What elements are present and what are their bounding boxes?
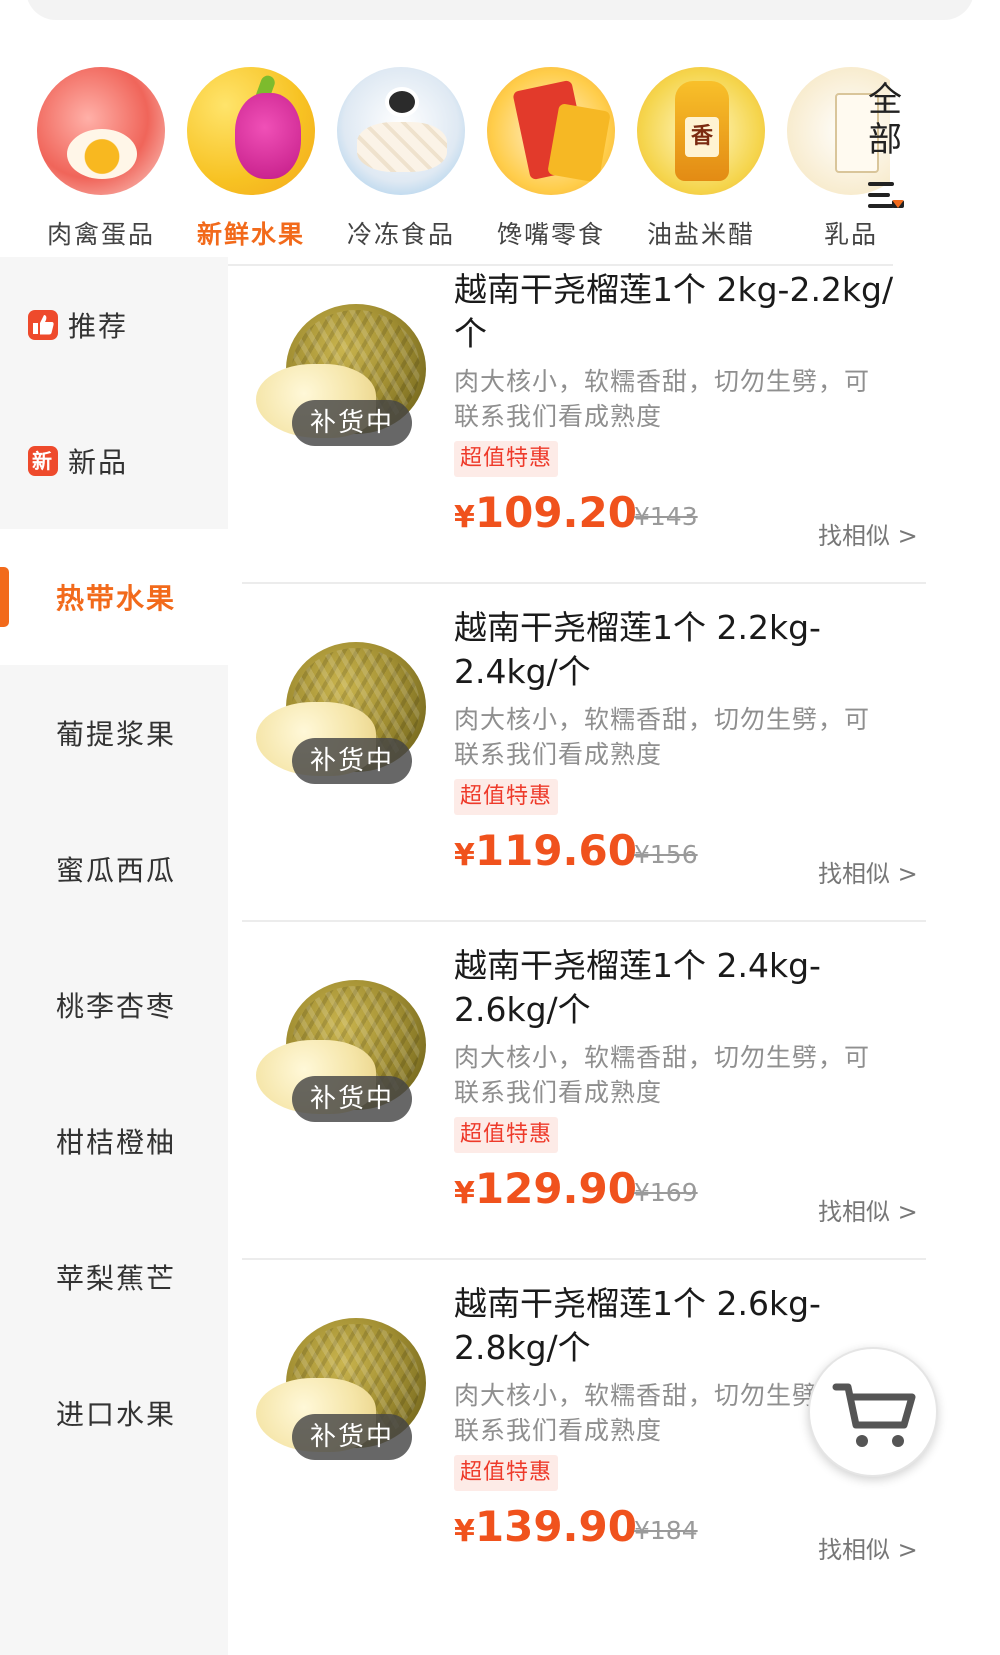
find-similar-link[interactable]: 找相似 > xyxy=(818,516,918,551)
product-description: 肉大核小，软糯香甜，切勿生劈，可联系我们看成熟度 xyxy=(454,367,871,431)
restock-badge: 补货中 xyxy=(292,400,412,446)
sidebar-item-grapes-berries[interactable]: 葡提浆果 xyxy=(0,665,228,801)
category-strip: 肉禽蛋品 新鲜水果 冷冻食品 馋嘴零食 香 油盐米醋 乳品 xyxy=(0,55,890,265)
product-image[interactable]: 补货中 xyxy=(256,1308,426,1460)
sidebar-item-label: 新品 xyxy=(68,446,129,479)
price-value: 129.90 xyxy=(474,1164,637,1213)
restock-badge: 补货中 xyxy=(292,1414,412,1460)
product-title[interactable]: 越南干尧榴莲1个 2.2kg-2.4kg/个 xyxy=(454,606,912,694)
product-price: ¥139.90 xyxy=(454,1502,637,1551)
product-description: 肉大核小，软糯香甜，切勿生劈，可联系我们看成熟度 xyxy=(454,1043,871,1107)
price-value: 109.20 xyxy=(474,488,637,537)
sidebar-item-melons[interactable]: 蜜瓜西瓜 xyxy=(0,801,228,937)
thumbs-up-icon xyxy=(28,310,58,340)
currency-symbol: ¥ xyxy=(454,838,475,873)
shopping-cart-icon xyxy=(832,1383,916,1447)
category-frozen-food[interactable]: 冷冻食品 xyxy=(326,55,476,251)
find-similar-link[interactable]: 找相似 > xyxy=(818,1192,918,1227)
product-card[interactable]: 补货中 越南干尧榴莲1个 2kg-2.2kg/个 肉大核小，软糯香甜，切勿生劈，… xyxy=(242,246,926,584)
sidebar-item-label: 柑桔橙柚 xyxy=(56,1126,177,1159)
meat-egg-icon xyxy=(37,67,165,195)
sidebar-item-recommend[interactable]: 推荐 xyxy=(0,257,228,393)
currency-symbol: ¥ xyxy=(454,1176,475,1211)
cart-button[interactable] xyxy=(808,1347,938,1477)
price-value: 119.60 xyxy=(474,826,637,875)
sidebar-item-label: 热带水果 xyxy=(56,582,177,615)
sidebar-item-label: 桃李杏枣 xyxy=(56,990,177,1023)
find-similar-link[interactable]: 找相似 > xyxy=(818,854,918,889)
sidebar-item-citrus[interactable]: 柑桔橙柚 xyxy=(0,1073,228,1209)
promo-badge: 超值特惠 xyxy=(454,441,559,477)
sidebar-item-tropical-fruit[interactable]: 热带水果 xyxy=(0,529,228,665)
original-price: ¥156 xyxy=(634,840,698,869)
original-price: ¥169 xyxy=(634,1178,698,1207)
product-title[interactable]: 越南干尧榴莲1个 2kg-2.2kg/个 xyxy=(454,268,912,356)
promo-badge: 超值特惠 xyxy=(454,1117,559,1153)
sidebar-item-label: 推荐 xyxy=(68,310,129,343)
product-card[interactable]: 补货中 越南干尧榴莲1个 2.2kg-2.4kg/个 肉大核小，软糯香甜，切勿生… xyxy=(242,584,926,922)
product-image[interactable]: 补货中 xyxy=(256,970,426,1122)
menu-expand-icon[interactable] xyxy=(868,180,904,210)
sidebar: 推荐 新 新品 热带水果 葡提浆果 蜜瓜西瓜 桃李杏枣 柑桔橙柚 苹梨蕉芒 进口… xyxy=(0,257,228,1655)
sidebar-item-stone-fruit[interactable]: 桃李杏枣 xyxy=(0,937,228,1073)
currency-symbol: ¥ xyxy=(454,1514,475,1549)
sidebar-item-label: 苹梨蕉芒 xyxy=(56,1262,177,1295)
restock-badge: 补货中 xyxy=(292,738,412,784)
sidebar-item-imported-fruit[interactable]: 进口水果 xyxy=(0,1345,228,1481)
category-fresh-fruit[interactable]: 新鲜水果 xyxy=(176,55,326,251)
category-oil-condiment[interactable]: 香 油盐米醋 xyxy=(626,55,776,251)
all-categories-button[interactable]: 全部 xyxy=(868,80,908,160)
product-title[interactable]: 越南干尧榴莲1个 2.4kg-2.6kg/个 xyxy=(454,944,912,1032)
original-price: ¥143 xyxy=(634,502,698,531)
product-price: ¥109.20 xyxy=(454,488,637,537)
promo-badge: 超值特惠 xyxy=(454,1455,559,1491)
price-value: 139.90 xyxy=(474,1502,637,1551)
product-price: ¥129.90 xyxy=(454,1164,637,1213)
product-image[interactable]: 补货中 xyxy=(256,294,426,446)
snack-icon xyxy=(487,67,615,195)
fresh-fruit-icon xyxy=(187,67,315,195)
oil-condiment-icon: 香 xyxy=(637,67,765,195)
product-price: ¥119.60 xyxy=(454,826,637,875)
product-card[interactable]: 补货中 越南干尧榴莲1个 2.6kg-2.8kg/个 肉大核小，软糯香甜，切勿生… xyxy=(242,1260,926,1655)
restock-badge: 补货中 xyxy=(292,1076,412,1122)
search-bar[interactable] xyxy=(26,0,974,20)
category-snack[interactable]: 馋嘴零食 xyxy=(476,55,626,251)
category-meat-egg[interactable]: 肉禽蛋品 xyxy=(26,55,176,251)
sidebar-item-label: 蜜瓜西瓜 xyxy=(56,854,177,887)
product-card[interactable]: 补货中 越南干尧榴莲1个 2.4kg-2.6kg/个 肉大核小，软糯香甜，切勿生… xyxy=(242,922,926,1260)
product-description: 肉大核小，软糯香甜，切勿生劈，可联系我们看成熟度 xyxy=(454,705,871,769)
category-label: 肉禽蛋品 xyxy=(46,220,155,249)
oil-tag-text: 香 xyxy=(685,117,719,157)
frozen-food-icon xyxy=(337,67,465,195)
promo-badge: 超值特惠 xyxy=(454,779,559,815)
currency-symbol: ¥ xyxy=(454,500,475,535)
sidebar-item-label: 葡提浆果 xyxy=(56,718,177,751)
sidebar-item-label: 进口水果 xyxy=(56,1398,177,1431)
sidebar-item-new[interactable]: 新 新品 xyxy=(0,393,228,529)
original-price: ¥184 xyxy=(634,1516,698,1545)
sidebar-item-apple-pear-banana-mango[interactable]: 苹梨蕉芒 xyxy=(0,1209,228,1345)
active-indicator xyxy=(0,567,9,627)
product-image[interactable]: 补货中 xyxy=(256,632,426,784)
new-badge-icon: 新 xyxy=(28,446,58,476)
find-similar-link[interactable]: 找相似 > xyxy=(818,1530,918,1565)
